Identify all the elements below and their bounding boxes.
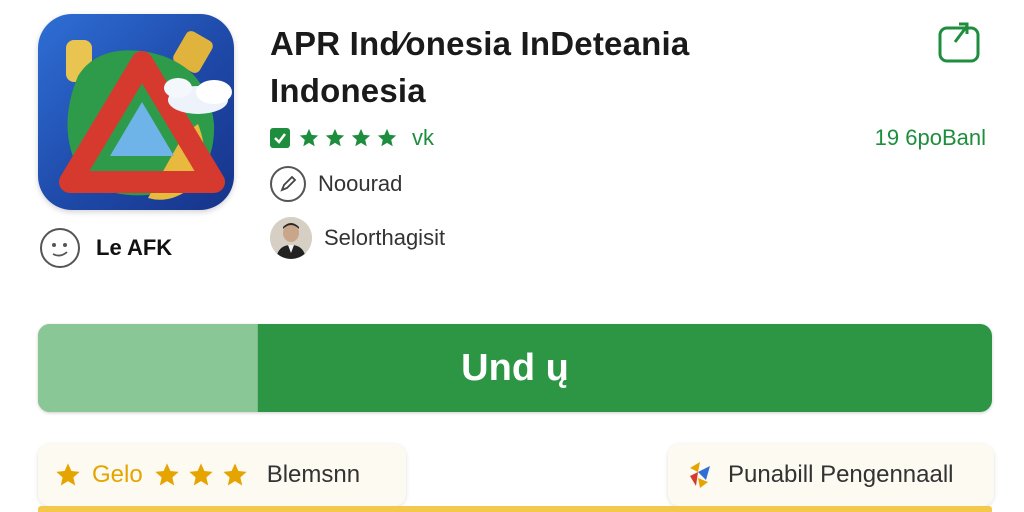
star-icon [299,128,319,147]
rating-chip-text: Blemsnn [266,461,361,488]
category-chip[interactable]: Punabill Pengennaall [668,444,994,506]
puzzle-icon [690,462,710,488]
install-button[interactable]: Und ų [38,324,992,412]
star-icon [377,128,397,147]
star-icon [56,463,80,486]
star-icon [155,463,179,486]
star-icon [325,128,345,147]
avatar [270,217,312,259]
category-chip-text: Punabill Pengennaall [728,461,954,488]
rating-text: vk [412,125,434,150]
star-icon [189,463,213,486]
app-title: APR Ind∕onesia InDeteania Indonesia [270,20,830,114]
share-button[interactable] [934,18,986,66]
face-icon [40,228,80,268]
rating-row: vk [270,124,434,152]
apk-row: Le AFK [40,226,172,270]
publisher-row[interactable]: Selorthagisit [270,216,445,260]
apk-label: Le AFK [96,235,173,260]
rating-chip-label: Gelo [92,461,143,488]
rating-chip[interactable]: Gelo Blemsnn [38,444,406,506]
verified-icon [270,128,290,148]
star-icon [223,463,247,486]
app-title-line1: APR Ind∕onesia InDeteania [270,25,690,62]
publisher-name: Selorthagisit [324,225,446,250]
app-icon [38,14,234,210]
rating-chip-stars [153,461,249,489]
downloads-count: 19 6poBanl [874,125,986,150]
pencil-circle-icon [270,166,306,202]
star-icon [351,128,371,147]
app-title-line2: Indonesia [270,72,426,109]
install-label: Und ų [461,346,569,389]
developer-name: Noourad [318,171,403,196]
bottom-divider [38,506,992,512]
developer-row[interactable]: Noourad [270,162,402,206]
share-icon [938,22,980,63]
rating-stars [298,127,398,149]
